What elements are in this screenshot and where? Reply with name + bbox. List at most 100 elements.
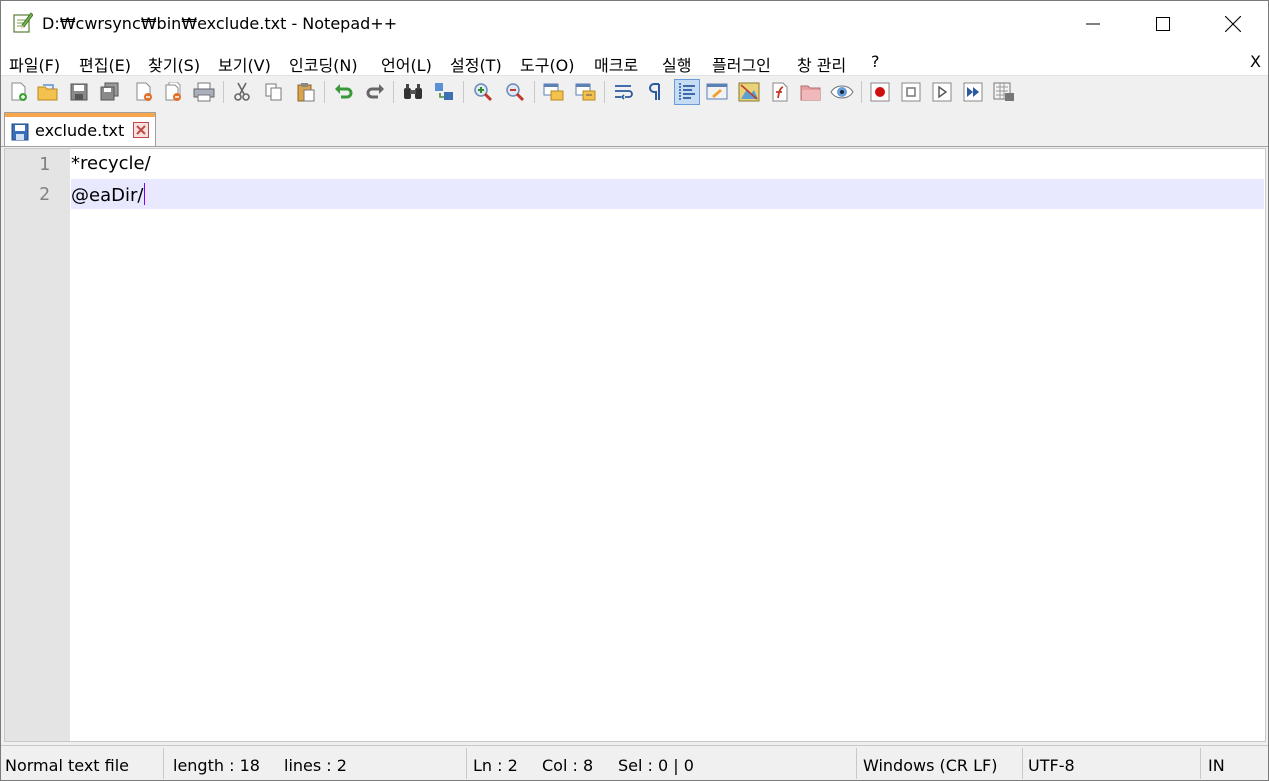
text-editor[interactable]: 1 2 *recycle/ @eaDir/: [4, 148, 1266, 742]
status-insert-mode[interactable]: IN: [1208, 746, 1225, 780]
close-file-button[interactable]: [132, 80, 156, 104]
toolbar-separator: [861, 81, 862, 103]
sync-horizontal-button[interactable]: [574, 80, 598, 104]
status-file-type: Normal text file: [5, 756, 130, 775]
menu-window[interactable]: 창 관리: [797, 52, 846, 76]
undo-button[interactable]: [332, 80, 356, 104]
menu-run[interactable]: 실행: [662, 52, 691, 76]
monitoring-button[interactable]: [830, 80, 854, 104]
record-macro-button[interactable]: [868, 80, 892, 104]
menu-language[interactable]: 언어(L): [381, 52, 432, 76]
save-icon: [70, 83, 88, 101]
open-file-icon: [37, 84, 58, 101]
save-macro-button[interactable]: [992, 80, 1016, 104]
user-defined-language-button[interactable]: [705, 80, 729, 104]
redo-button[interactable]: [363, 80, 387, 104]
document-map-icon: [738, 82, 760, 102]
save-all-icon: [100, 82, 119, 101]
save-all-button[interactable]: [98, 80, 122, 104]
menu-search[interactable]: 찾기(S): [148, 52, 200, 76]
copy-button[interactable]: [262, 80, 286, 104]
tab-close-icon[interactable]: [133, 122, 149, 138]
document-map-button[interactable]: [737, 80, 761, 104]
toolbar-separator: [463, 81, 464, 103]
toolbar-separator: [534, 81, 535, 103]
open-file-button[interactable]: [36, 80, 60, 104]
show-all-chars-button[interactable]: [643, 80, 667, 104]
line-text: *recycle/: [71, 153, 151, 174]
text-caret: [144, 183, 146, 205]
close-icon: [136, 82, 152, 101]
minimize-button[interactable]: [1058, 1, 1128, 47]
line-number: 1: [39, 154, 50, 175]
status-eol[interactable]: Windows (CR LF): [863, 746, 997, 780]
status-separator: [856, 748, 857, 779]
save-button[interactable]: [67, 80, 91, 104]
title-bar[interactable]: D:₩cwrsync₩bin₩exclude.txt - Notepad++: [1, 1, 1268, 47]
new-file-button[interactable]: [7, 80, 31, 104]
menu-tools[interactable]: 도구(O): [520, 52, 575, 76]
editor-line-current[interactable]: @eaDir/: [71, 179, 1264, 209]
cut-icon: [234, 82, 250, 101]
indent-guide-button[interactable]: [674, 79, 700, 105]
record-macro-icon: [870, 82, 890, 102]
close-all-button[interactable]: [162, 80, 186, 104]
replace-button[interactable]: [433, 80, 457, 104]
toolbar-separator: [223, 81, 224, 103]
save-macro-icon: [993, 82, 1014, 101]
line-number: 2: [39, 184, 50, 205]
play-macro-button[interactable]: [930, 80, 954, 104]
folder-as-workspace-icon: [800, 85, 821, 101]
paste-button[interactable]: [294, 80, 318, 104]
status-separator: [163, 748, 164, 779]
stop-macro-button[interactable]: [899, 80, 923, 104]
paste-icon: [297, 83, 315, 102]
folder-as-workspace-button[interactable]: [799, 80, 823, 104]
minimize-icon: [1086, 23, 1100, 25]
menu-view[interactable]: 보기(V): [218, 52, 271, 76]
find-button[interactable]: [401, 80, 425, 104]
close-window-button[interactable]: [1198, 1, 1268, 47]
notepadpp-app-icon: [13, 12, 33, 33]
status-separator: [1200, 748, 1201, 779]
print-button[interactable]: [192, 80, 216, 104]
maximize-icon: [1156, 17, 1170, 31]
play-macro-icon: [932, 82, 952, 102]
menu-settings[interactable]: 설정(T): [450, 52, 502, 76]
toolbar-separator: [324, 81, 325, 103]
close-all-icon: [165, 82, 181, 101]
zoom-in-button[interactable]: [471, 80, 495, 104]
menu-file[interactable]: 파일(F): [9, 52, 60, 76]
sync-vertical-button[interactable]: [542, 80, 566, 104]
function-list-button[interactable]: [768, 80, 792, 104]
zoom-out-button[interactable]: [503, 80, 527, 104]
window-title: D:₩cwrsync₩bin₩exclude.txt - Notepad++: [42, 14, 398, 33]
menu-plugins[interactable]: 플러그인: [712, 52, 771, 76]
print-icon: [193, 82, 215, 102]
toolbar: [1, 75, 1268, 110]
toolbar-separator: [604, 81, 605, 103]
tab-exclude-txt[interactable]: exclude.txt: [4, 112, 156, 146]
tab-label: exclude.txt: [35, 121, 125, 140]
status-encoding[interactable]: UTF-8: [1028, 746, 1075, 780]
show-all-chars-icon: [649, 83, 660, 100]
run-macro-multiple-button[interactable]: [961, 80, 985, 104]
menu-help[interactable]: ?: [871, 52, 880, 71]
zoom-out-icon: [506, 83, 525, 102]
editor-line[interactable]: *recycle/: [71, 149, 1264, 179]
menu-edit[interactable]: 편집(E): [79, 52, 131, 76]
new-file-icon: [11, 82, 27, 101]
word-wrap-button[interactable]: [612, 80, 636, 104]
zoom-in-icon: [474, 83, 493, 102]
maximize-button[interactable]: [1128, 1, 1198, 47]
close-icon: [1225, 16, 1241, 32]
menu-encoding[interactable]: 인코딩(N): [289, 52, 358, 76]
menu-close-document-button[interactable]: X: [1250, 52, 1261, 71]
redo-icon: [366, 84, 384, 99]
status-sel: Sel : 0 | 0: [618, 756, 694, 775]
status-separator: [466, 748, 467, 779]
menu-macro[interactable]: 매크로: [594, 52, 638, 76]
status-bar: Normal text file length : 18 lines : 2 L…: [1, 745, 1268, 780]
cut-button[interactable]: [230, 80, 254, 104]
monitoring-icon: [830, 85, 854, 99]
